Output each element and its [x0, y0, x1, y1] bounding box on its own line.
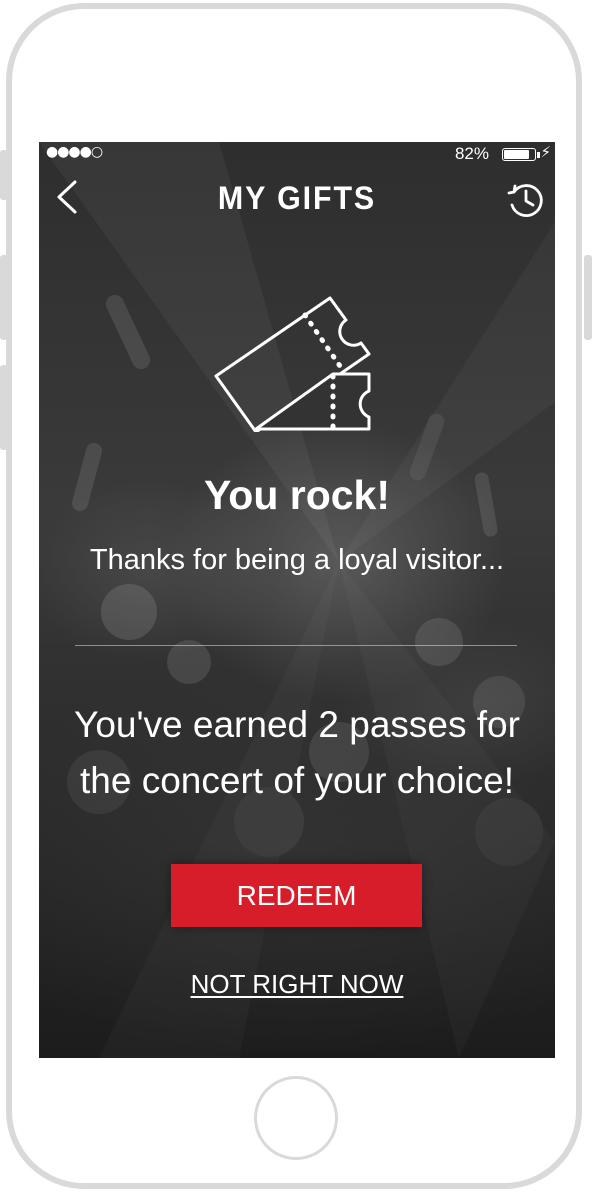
ticket-icon — [213, 292, 383, 434]
subheadline: Thanks for being a loyal visitor... — [89, 544, 505, 576]
reward-message: You've earned 2 passes for the concert o… — [39, 697, 555, 809]
page-title: MY GIFTS — [217, 180, 377, 216]
charging-bolt-icon: ⚡ — [540, 143, 551, 161]
app-screen: ●●●●○ 82% ⚡ MY GIFTS You rock! Thanks fo… — [39, 142, 555, 1058]
volume-down-button — [0, 365, 8, 450]
status-bar: ●●●●○ 82% ⚡ — [39, 142, 555, 168]
volume-up-button — [0, 255, 8, 340]
history-clock-icon — [507, 184, 543, 217]
power-button — [584, 255, 592, 340]
mute-switch — [0, 150, 8, 200]
reward-message-line-1: You've earned 2 passes for — [74, 704, 520, 745]
battery-percentage: 82% — [454, 144, 489, 163]
reward-message-line-2: the concert of your choice! — [80, 760, 514, 801]
battery-level — [504, 150, 529, 159]
divider — [75, 645, 517, 646]
battery-icon — [502, 148, 536, 161]
home-button[interactable] — [254, 1076, 338, 1160]
signal-strength-icon: ●●●●○ — [46, 144, 103, 160]
history-button[interactable] — [505, 180, 545, 220]
not-right-now-link[interactable]: NOT RIGHT NOW — [39, 969, 555, 1000]
redeem-button[interactable]: REDEEM — [171, 864, 422, 927]
headline: You rock! — [203, 472, 391, 518]
